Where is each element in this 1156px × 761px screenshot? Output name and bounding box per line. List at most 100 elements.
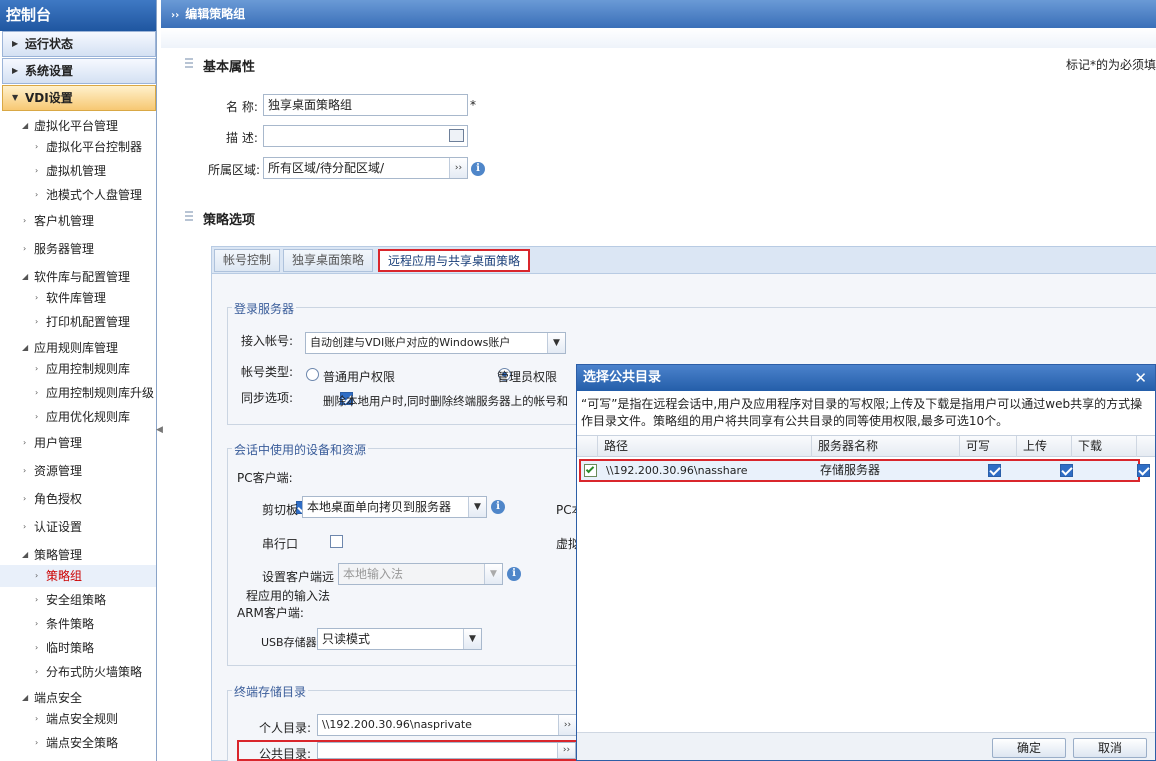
tree-item-distributed-firewall[interactable]: › 分布式防火墙策略: [0, 661, 156, 683]
tree-item-policy-group[interactable]: › 策略组: [0, 565, 156, 587]
row-writable-checkbox[interactable]: [988, 464, 1001, 477]
tree-item-pool-disk[interactable]: › 池模式个人盘管理: [0, 184, 156, 206]
sidebar-section-vdi-settings[interactable]: ▼ VDI设置: [2, 85, 156, 111]
tree-item-user-management[interactable]: › 用户管理: [0, 432, 156, 454]
chevron-down-icon[interactable]: ▼: [468, 497, 486, 517]
serial-port-label: 串行口: [262, 537, 299, 551]
tree-item-vm-management[interactable]: › 虚拟机管理: [0, 160, 156, 182]
chevron-down-icon: ◢: [22, 343, 29, 352]
sidebar-collapse-handle[interactable]: ◀: [156, 425, 163, 455]
name-input[interactable]: 独享桌面策略组: [263, 94, 468, 116]
chevron-down-icon[interactable]: ▼: [484, 564, 502, 584]
tree-item-temporary-policy[interactable]: › 临时策略: [0, 637, 156, 659]
grid-header-path[interactable]: 路径: [598, 436, 812, 457]
cancel-button[interactable]: 取消: [1073, 738, 1147, 758]
tree-item-role-auth[interactable]: › 角色授权: [0, 488, 156, 510]
grid-header-server[interactable]: 服务器名称: [812, 436, 960, 457]
row-upload-checkbox[interactable]: [1059, 464, 1073, 477]
sidebar-section-system-settings[interactable]: ▶ 系统设置: [2, 58, 156, 84]
tree-item-client-management[interactable]: › 客户机管理: [0, 210, 156, 232]
pc-local-label: PC本: [556, 503, 576, 517]
region-select-button[interactable]: ››: [449, 158, 467, 178]
ime-select[interactable]: 本地输入法 ▼: [338, 563, 503, 585]
region-input[interactable]: 所有区域/待分配区域/ ››: [263, 157, 468, 179]
grid-header-upload[interactable]: 上传: [1017, 436, 1072, 457]
public-dir-label: 公共目录:: [259, 747, 312, 761]
tree-label: 端点安全规则: [46, 712, 119, 726]
chevron-right-icon: ›: [35, 619, 39, 628]
row-download-checkbox[interactable]: [1136, 464, 1150, 477]
tree-item-auth-settings[interactable]: › 认证设置: [0, 516, 156, 538]
chevron-down-icon[interactable]: ▼: [547, 333, 565, 353]
chevron-right-icon: ›: [35, 364, 39, 373]
info-icon[interactable]: i: [507, 567, 521, 581]
sidebar-section-run-status[interactable]: ▶ 运行状态: [2, 31, 156, 57]
desc-label: 描 述:: [226, 131, 258, 145]
tree-item-condition-policy[interactable]: › 条件策略: [0, 613, 156, 635]
tab-exclusive-desktop[interactable]: 独享桌面策略: [283, 249, 374, 272]
tree-item-endpoint-policy[interactable]: › 端点安全策略: [0, 732, 156, 754]
grip-icon: [185, 58, 193, 69]
tree-item-endpoint-security[interactable]: ◢ 端点安全: [0, 687, 156, 709]
tree-label: 虚拟机管理: [46, 164, 107, 178]
tree-item-server-management[interactable]: › 服务器管理: [0, 238, 156, 260]
tree-item-printer-config[interactable]: › 打印机配置管理: [0, 311, 156, 333]
chevron-right-icon: ›: [35, 412, 39, 421]
double-chevron-icon[interactable]: ››: [557, 743, 575, 758]
tree-item-security-group-policy[interactable]: › 安全组策略: [0, 589, 156, 611]
radio-normal-user[interactable]: [306, 368, 319, 381]
chevron-down-icon: ◢: [22, 693, 29, 702]
tree-item-app-control-rules[interactable]: › 应用控制规则库: [0, 358, 156, 380]
personal-dir-input[interactable]: \\192.200.30.96\nasprivate ››: [317, 714, 577, 736]
tree-item-endpoint-rules[interactable]: › 端点安全规则: [0, 708, 156, 730]
account-label: 接入帐号:: [241, 334, 294, 348]
usb-storage-select[interactable]: 只读模式 ▼: [317, 628, 482, 650]
policy-section-title: 策略选项: [203, 213, 256, 228]
table-row[interactable]: \\192.200.30.96\nasshare 存储服务器: [579, 459, 1150, 483]
tree-label: 分布式防火墙策略: [46, 665, 143, 679]
sub-header-bar: [161, 28, 1156, 48]
tree-item-software-management[interactable]: › 软件库管理: [0, 287, 156, 309]
required-note: 标记*的为必须填: [1066, 58, 1156, 72]
tree-label: 虚拟化平台控制器: [46, 140, 143, 154]
tree-item-policy-management[interactable]: ◢ 策略管理: [0, 544, 156, 566]
close-icon[interactable]: ✕: [1134, 365, 1147, 391]
tab-remote-app-shared-desktop[interactable]: 远程应用与共享桌面策略: [378, 249, 531, 272]
account-select[interactable]: 自动创建与VDI账户对应的Windows账户 ▼: [305, 332, 566, 354]
tree-label: 条件策略: [46, 617, 95, 631]
tree-item-app-control-upgrade[interactable]: › 应用控制规则库升级: [0, 382, 156, 404]
info-icon[interactable]: i: [471, 162, 485, 176]
ok-button[interactable]: 确定: [992, 738, 1066, 758]
chevron-down-icon: ◢: [22, 550, 29, 559]
ime-label: 设置客户端远: [262, 570, 335, 584]
tree-item-platform-controller[interactable]: › 虚拟化平台控制器: [0, 136, 156, 158]
tree-item-app-rules[interactable]: ◢ 应用规则库管理: [0, 337, 156, 359]
tree-item-resource-management[interactable]: › 资源管理: [0, 460, 156, 482]
serial-port-checkbox[interactable]: [330, 535, 344, 548]
chevron-right-icon: ›: [23, 438, 27, 447]
tree-item-virtualization-platform[interactable]: ◢ 虚拟化平台管理: [0, 115, 156, 137]
desc-input[interactable]: [263, 125, 468, 147]
grid-header-writable[interactable]: 可写: [960, 436, 1017, 457]
tab-account-control[interactable]: 帐号控制: [214, 249, 281, 272]
chevron-right-icon: ›: [23, 244, 27, 253]
clipboard-select[interactable]: 本地桌面单向拷贝到服务器 ▼: [302, 496, 487, 518]
chevron-right-icon: ›: [35, 571, 39, 580]
tree-label: 客户机管理: [34, 214, 95, 228]
tree-item-app-optimize-rules[interactable]: › 应用优化规则库: [0, 406, 156, 428]
chevron-right-icon: ›: [35, 667, 39, 676]
tree-label: 认证设置: [34, 520, 83, 534]
row-select-checkbox[interactable]: [584, 464, 597, 483]
text-editor-icon[interactable]: [449, 129, 464, 142]
sidebar-section-label: 系统设置: [25, 64, 74, 78]
tree-item-software-library[interactable]: ◢ 软件库与配置管理: [0, 266, 156, 288]
double-chevron-icon[interactable]: ››: [558, 715, 576, 735]
chevron-down-icon[interactable]: ▼: [463, 629, 481, 649]
account-type-label: 帐号类型:: [241, 365, 294, 379]
page-header: ›› 编辑策略组: [161, 0, 1156, 28]
info-icon[interactable]: i: [491, 500, 505, 514]
chevron-down-icon: ◢: [22, 272, 29, 281]
tree-label: 虚拟化平台管理: [34, 119, 119, 133]
public-dir-input[interactable]: ››: [317, 742, 576, 759]
grid-header-download[interactable]: 下载: [1072, 436, 1137, 457]
